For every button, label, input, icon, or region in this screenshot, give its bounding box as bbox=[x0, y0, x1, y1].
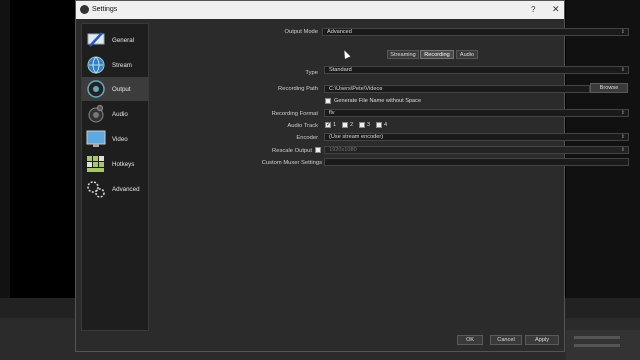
settings-sidebar: General Stream Output Audio Video Hotkey… bbox=[81, 23, 149, 331]
audio-track-3-label: 3 bbox=[367, 122, 371, 128]
chevron-icon: ⇕ bbox=[620, 134, 625, 140]
custom-muxer-label: Custom Muxer Settings bbox=[261, 160, 322, 166]
sidebar-item-video[interactable]: Video bbox=[82, 127, 148, 151]
custom-muxer-input[interactable] bbox=[324, 158, 629, 166]
obs-app-icon bbox=[80, 5, 89, 14]
recording-format-select[interactable]: flv ⇕ bbox=[324, 109, 629, 117]
recording-path-input[interactable]: C:\Users\Pete\Videos bbox=[324, 85, 590, 93]
sidebar-item-label: Advanced bbox=[112, 186, 140, 193]
audio-track-2-label: 2 bbox=[350, 122, 354, 128]
desktop-background-left bbox=[0, 0, 10, 298]
volume-slider[interactable] bbox=[574, 344, 620, 347]
output-mode-label: Output Mode bbox=[284, 29, 318, 35]
globe-icon bbox=[87, 56, 105, 74]
output-mode-value: Advanced bbox=[327, 29, 352, 35]
browse-button[interactable]: Browse bbox=[590, 83, 628, 93]
audio-track-label: Audio Track bbox=[287, 123, 318, 129]
sidebar-item-hotkeys[interactable]: Hotkeys bbox=[82, 152, 148, 176]
recording-format-value: flv bbox=[329, 110, 335, 116]
sidebar-item-output[interactable]: Output bbox=[82, 77, 148, 101]
rescale-output-select[interactable]: 1920x1080 ⇕ bbox=[324, 146, 629, 154]
keyboard-icon bbox=[87, 156, 104, 172]
cancel-button[interactable]: Cancel bbox=[490, 335, 522, 345]
rescale-output-checkbox[interactable] bbox=[315, 147, 321, 153]
audio-mixer-fragment bbox=[566, 330, 640, 360]
output-mode-select[interactable]: Advanced ⇕ bbox=[322, 28, 629, 36]
gears-icon bbox=[87, 181, 105, 198]
chevron-icon: ⇕ bbox=[620, 147, 625, 153]
encoder-value: (Use stream encoder) bbox=[329, 134, 384, 140]
sidebar-item-label: Output bbox=[112, 86, 131, 93]
audio-track-1-checkbox[interactable] bbox=[325, 121, 331, 128]
output-settings-panel: Output Mode Advanced ⇕ Streaming Recordi… bbox=[154, 23, 629, 331]
gear-monitor-icon bbox=[87, 32, 105, 47]
sidebar-item-audio[interactable]: Audio bbox=[82, 102, 148, 126]
type-value: Standard bbox=[329, 67, 352, 73]
monitor-icon bbox=[86, 130, 106, 147]
tab-recording[interactable]: Recording bbox=[420, 50, 454, 59]
sidebar-item-label: Video bbox=[112, 136, 128, 143]
generate-filename-checkbox[interactable] bbox=[325, 98, 331, 104]
recording-path-label: Recording Path bbox=[278, 86, 318, 92]
generate-filename-label: Generate File Name without Space bbox=[334, 98, 422, 104]
window-title: Settings bbox=[92, 6, 118, 13]
sidebar-item-label: Audio bbox=[112, 111, 128, 118]
title-bar: Settings ? ✕ bbox=[76, 1, 564, 19]
recording-format-label: Recording Format bbox=[271, 111, 318, 117]
chevron-icon: ⇕ bbox=[620, 110, 625, 116]
type-select[interactable]: Standard ⇕ bbox=[324, 66, 629, 74]
sidebar-item-general[interactable]: General bbox=[82, 28, 148, 52]
type-label: Type bbox=[305, 70, 318, 76]
audio-track-4-label: 4 bbox=[384, 122, 388, 128]
recording-path-value: C:\Users\Pete\Videos bbox=[329, 86, 383, 92]
output-icon bbox=[87, 80, 105, 98]
chevron-icon: ⇕ bbox=[620, 67, 625, 73]
audio-track-3-checkbox[interactable] bbox=[359, 122, 365, 128]
encoder-label: Encoder bbox=[296, 135, 318, 141]
sidebar-item-advanced[interactable]: Advanced bbox=[82, 177, 148, 201]
sidebar-item-label: Hotkeys bbox=[112, 161, 135, 168]
sidebar-item-label: Stream bbox=[112, 62, 132, 69]
audio-track-4-checkbox[interactable] bbox=[376, 122, 382, 128]
help-button[interactable]: ? bbox=[531, 5, 535, 14]
audio-track-2-checkbox[interactable] bbox=[342, 122, 348, 128]
sidebar-item-label: General bbox=[112, 37, 135, 44]
rescale-output-value: 1920x1080 bbox=[329, 147, 357, 153]
speaker-icon bbox=[88, 105, 104, 123]
audio-track-1-label: 1 bbox=[333, 122, 337, 128]
settings-window: Settings ? ✕ General Stream Output Audio… bbox=[75, 0, 629, 352]
close-button[interactable]: ✕ bbox=[552, 4, 560, 15]
apply-button[interactable]: Apply bbox=[525, 335, 559, 345]
ok-button[interactable]: OK bbox=[457, 335, 483, 345]
rescale-output-label: Rescale Output bbox=[272, 148, 312, 154]
chevron-icon: ⇕ bbox=[620, 29, 625, 35]
tab-audio[interactable]: Audio bbox=[456, 50, 478, 59]
encoder-select[interactable]: (Use stream encoder) ⇕ bbox=[324, 133, 629, 141]
volume-slider[interactable] bbox=[574, 336, 620, 339]
sidebar-item-stream[interactable]: Stream bbox=[82, 53, 148, 77]
tab-streaming[interactable]: Streaming bbox=[387, 50, 419, 59]
